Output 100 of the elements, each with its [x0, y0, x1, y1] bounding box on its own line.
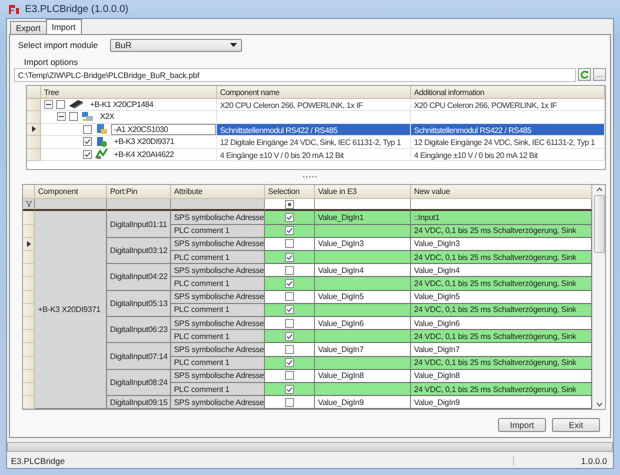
table-cell: SPS symbolische Adresse: [171, 211, 265, 225]
table-cell: PLC comment 1: [171, 330, 265, 344]
checkbox[interactable]: [83, 150, 92, 159]
row-header[interactable]: [27, 124, 41, 136]
checkbox[interactable]: [285, 292, 294, 302]
column-header[interactable]: Tree: [41, 86, 217, 99]
scroll-thumb[interactable]: [594, 195, 604, 254]
checkbox[interactable]: [285, 358, 294, 368]
checkbox[interactable]: [285, 344, 294, 354]
checkbox[interactable]: [285, 305, 294, 314]
filter-cell[interactable]: [35, 199, 107, 212]
checkbox[interactable]: [285, 239, 294, 248]
table-cell: Value_DigIn6: [411, 316, 592, 330]
column-header[interactable]: Value in E3: [315, 185, 411, 200]
table-cell: DigitalInput03:12: [107, 238, 171, 264]
table-cell: SPS symbolische Adresse: [171, 264, 265, 278]
path-field[interactable]: C:\Temp\ZIW\PLC-Bridge\PLCBridge_BuR_back.pbf: [14, 68, 576, 82]
version-text: 1.0.0.0: [513, 456, 613, 466]
scrollbar[interactable]: [592, 185, 605, 410]
refresh-button[interactable]: [578, 68, 591, 82]
tree-item[interactable]: -A1 X20CS1030: [111, 124, 216, 135]
checkbox[interactable]: [285, 371, 294, 380]
checkbox[interactable]: [285, 279, 294, 288]
table-cell: DigitalInput04:22: [107, 264, 171, 291]
column-header[interactable]: New value: [411, 185, 592, 200]
checkbox[interactable]: [69, 112, 78, 122]
table-cell: Schnittstellenmodul RS422 / RS485: [411, 124, 605, 136]
filter-cell[interactable]: [23, 199, 35, 212]
table-cell: PLC comment 1: [171, 277, 265, 291]
column-header[interactable]: Port:Pin: [107, 185, 171, 200]
tab[interactable]: Export: [10, 21, 47, 34]
table-cell: 24 VDC, 0,1 bis 25 ms Schaltverzögerung, Sink: [411, 277, 592, 291]
table-cell: X20 CPU Celeron 266, POWERLINK, 1x IF: [411, 98, 605, 112]
table-cell: Value_DigIn5: [315, 290, 411, 304]
column-header[interactable]: Attribute: [171, 185, 265, 200]
checkbox[interactable]: [285, 252, 294, 262]
checkbox[interactable]: [285, 398, 294, 407]
module-icon: [95, 148, 108, 160]
table-cell: DigitalInput08:24: [107, 370, 171, 396]
tree-item[interactable]: +B-K3 X20DI9371: [111, 136, 178, 148]
table-cell: PLC comment 1: [171, 382, 265, 396]
table-cell: 24 VDC, 0,1 bis 25 ms Schaltverzögerung, Sink: [411, 330, 592, 344]
table-cell: 4 Eingänge ±10 V / 0 bis 20 mA 12 Bit: [411, 148, 605, 162]
column-header[interactable]: Component: [35, 185, 107, 200]
module-dropdown[interactable]: BuR: [110, 38, 242, 52]
tree-cell[interactable]: -A1 X20CS1030: [41, 124, 217, 136]
table-cell: 4 Eingänge ±10 V / 0 bis 20 mA 12 Bit: [217, 148, 411, 162]
checkbox[interactable]: [83, 124, 92, 134]
table-cell: Value_DigIn6: [315, 316, 411, 330]
filter-icon[interactable]: [26, 201, 32, 208]
scroll-down-icon[interactable]: [594, 400, 604, 410]
tree-cell[interactable]: +B-K3 X20DI9371: [41, 136, 217, 149]
filter-cell[interactable]: [315, 199, 411, 212]
table-cell: Value_DigIn5: [411, 290, 592, 304]
dialog-button[interactable]: Import: [498, 418, 546, 432]
dialog-button[interactable]: Exit: [552, 418, 600, 432]
checkbox[interactable]: [285, 213, 294, 222]
table-cell: Value_DigIn1: [315, 211, 411, 225]
table-cell: SPS symbolische Adresse: [171, 343, 265, 357]
table-cell: PLC comment 1: [171, 224, 265, 238]
filter-cell[interactable]: [107, 199, 171, 212]
column-header[interactable]: Component name: [217, 86, 411, 99]
tree-item[interactable]: +B-K4 X20AI4622: [111, 148, 177, 160]
checkbox[interactable]: [285, 332, 294, 341]
table-cell: DigitalInput05:13: [107, 290, 171, 317]
current-row-icon: [32, 126, 36, 132]
column-header[interactable]: Selection: [265, 185, 315, 200]
tree-cell[interactable]: +B-K4 X20AI4622: [41, 148, 217, 162]
filter-cell[interactable]: [411, 199, 592, 212]
expander[interactable]: [57, 112, 66, 122]
checkbox[interactable]: [285, 318, 294, 328]
table-cell: +B-K3 X20DI9371: [35, 211, 107, 410]
table-cell: SPS symbolische Adresse: [171, 316, 265, 330]
browse-button[interactable]: ...: [593, 68, 606, 82]
filter-cell[interactable]: [265, 199, 315, 212]
row-header[interactable]: [23, 238, 35, 252]
filter-cell[interactable]: [171, 199, 265, 212]
module-icon: [95, 123, 108, 136]
checkbox[interactable]: [285, 266, 294, 275]
tree-cell[interactable]: X2X: [41, 111, 217, 124]
table-cell: Value_DigIn8: [315, 370, 411, 383]
tree-item[interactable]: X2X: [97, 111, 118, 122]
tree-cell[interactable]: +B-K1 X20CP1484: [41, 98, 217, 112]
table-cell: Value_DigIn7: [315, 343, 411, 357]
checkbox[interactable]: [83, 137, 92, 146]
app-logo-icon: [8, 4, 20, 14]
checkbox[interactable]: [285, 226, 294, 236]
table-cell: DigitalInput07:14: [107, 343, 171, 370]
tree-item[interactable]: +B-K1 X20CP1484: [87, 98, 156, 110]
table-cell: SPS symbolische Adresse: [171, 290, 265, 304]
checkbox[interactable]: [56, 100, 65, 109]
grid-corner: [27, 86, 41, 99]
expander[interactable]: [44, 100, 53, 109]
tab[interactable]: Import: [46, 19, 82, 34]
column-header[interactable]: Additional information: [411, 86, 605, 99]
table-cell: ::Input1: [411, 211, 592, 225]
network-icon: [81, 111, 94, 122]
checkbox[interactable]: [285, 200, 294, 209]
table-cell: Value_DigIn4: [411, 264, 592, 278]
checkbox[interactable]: [285, 384, 294, 394]
